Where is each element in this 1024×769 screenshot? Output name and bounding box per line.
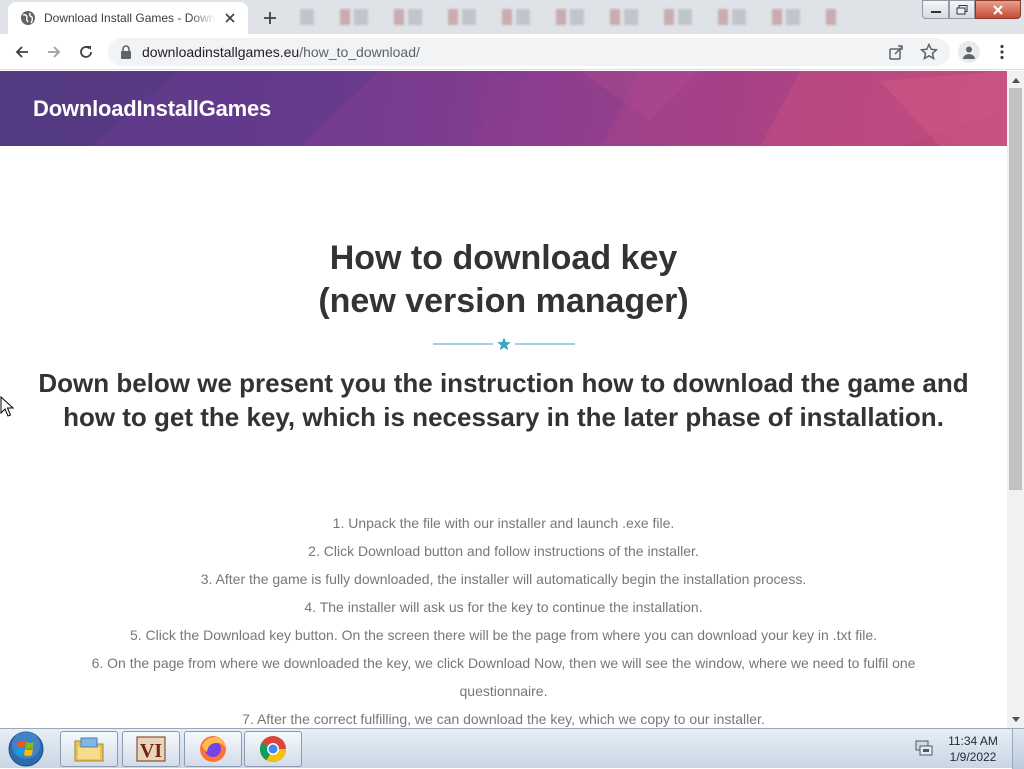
subtitle-line1: Down below we present you the instructio… xyxy=(38,368,969,398)
arrow-right-icon xyxy=(48,46,61,58)
scroll-up-button[interactable] xyxy=(1007,71,1024,88)
scroll-down-button[interactable] xyxy=(1007,711,1024,728)
browser-menu-button[interactable] xyxy=(992,42,1012,62)
step-item: 4. The installer will ask us for the key… xyxy=(304,599,703,615)
taskbar: VI 11:34 AM 1/9/2022 xyxy=(0,728,1024,769)
new-tab-button[interactable] xyxy=(258,6,282,30)
clock-date: 1/9/2022 xyxy=(949,750,997,764)
reload-icon xyxy=(80,46,92,58)
maximize-button[interactable] xyxy=(949,0,975,19)
url-path: /how_to_download/ xyxy=(299,44,420,60)
step-item: 3. After the game is fully downloaded, t… xyxy=(200,571,807,587)
show-desktop-button[interactable] xyxy=(1012,729,1024,769)
taskbar-vice-city[interactable]: VI xyxy=(122,731,180,767)
minimize-button[interactable] xyxy=(922,0,949,19)
step-item: 6. On the page from where we downloaded … xyxy=(91,655,916,671)
tab-title: Download Install Games - Download Instal… xyxy=(44,11,216,25)
page-viewport: DownloadInstallGames How to download key… xyxy=(0,71,1007,728)
back-button[interactable] xyxy=(10,40,34,64)
lock-icon[interactable] xyxy=(120,45,132,59)
caret-down-icon xyxy=(1011,716,1020,722)
star-divider xyxy=(433,337,575,351)
page-title-line2: (new version manager) xyxy=(318,282,689,320)
close-tab-icon[interactable] xyxy=(222,10,238,26)
tab-strip: Download Install Games - Download Instal… xyxy=(0,0,1024,34)
chrome-icon xyxy=(259,736,287,763)
network-tray-icon[interactable] xyxy=(914,739,934,757)
taskbar-file-explorer[interactable] xyxy=(60,731,118,767)
scroll-thumb[interactable] xyxy=(1009,88,1022,490)
mouse-cursor-icon xyxy=(0,396,14,417)
windows-logo-icon xyxy=(8,731,44,767)
plus-icon xyxy=(264,12,276,24)
page-title-line1: How to download key xyxy=(329,239,678,277)
svg-text:VI: VI xyxy=(140,740,162,762)
step-item: 1. Unpack the file with our installer an… xyxy=(332,515,675,531)
step-item: 7. After the correct fulfilling, we can … xyxy=(242,711,765,727)
caret-up-icon xyxy=(1011,77,1020,83)
reload-button[interactable] xyxy=(74,40,98,64)
browser-tab[interactable]: Download Install Games - Download Instal… xyxy=(8,2,248,34)
share-icon[interactable] xyxy=(888,44,904,60)
clock-time: 11:34 AM xyxy=(948,734,998,748)
address-bar[interactable]: downloadinstallgames.eu/how_to_download/ xyxy=(108,38,950,66)
folder-icon xyxy=(74,737,104,762)
more-vertical-icon xyxy=(1000,44,1004,60)
subtitle-line2: how to get the key, which is necessary i… xyxy=(63,402,944,432)
user-avatar-icon xyxy=(963,46,975,59)
profile-button[interactable] xyxy=(958,41,980,63)
taskbar-chrome[interactable] xyxy=(244,731,302,767)
vice-city-app-icon: VI xyxy=(136,736,166,762)
url-domain: downloadinstallgames.eu xyxy=(142,44,300,60)
star-icon xyxy=(497,337,511,351)
step-item: 2. Click Download button and follow inst… xyxy=(308,543,699,559)
step-item: 5. Click the Download key button. On the… xyxy=(129,627,878,643)
start-button[interactable] xyxy=(6,730,46,768)
site-logo[interactable]: DownloadInstallGames xyxy=(33,96,271,122)
url-text[interactable]: downloadinstallgames.eu/how_to_download/ xyxy=(142,44,420,60)
browser-toolbar: downloadinstallgames.eu/how_to_download/ xyxy=(0,34,1024,70)
restore-icon xyxy=(956,4,968,14)
window-close-button[interactable] xyxy=(975,0,1021,19)
bookmark-star-icon[interactable] xyxy=(920,43,938,61)
background-window-tabs xyxy=(300,9,840,25)
site-header: DownloadInstallGames xyxy=(0,71,1007,146)
globe-icon xyxy=(21,11,35,25)
step-item: questionnaire. xyxy=(459,683,548,699)
minimize-icon xyxy=(930,10,941,13)
taskbar-firefox[interactable] xyxy=(184,731,242,767)
taskbar-clock[interactable]: 11:34 AM 1/9/2022 xyxy=(940,733,1006,765)
arrow-left-icon xyxy=(15,46,28,58)
forward-button[interactable] xyxy=(42,40,66,64)
instruction-steps: 1. Unpack the file with our installer an… xyxy=(0,509,1007,728)
close-icon xyxy=(993,4,1003,15)
page-scrollbar[interactable] xyxy=(1007,71,1024,728)
firefox-icon xyxy=(200,736,226,762)
